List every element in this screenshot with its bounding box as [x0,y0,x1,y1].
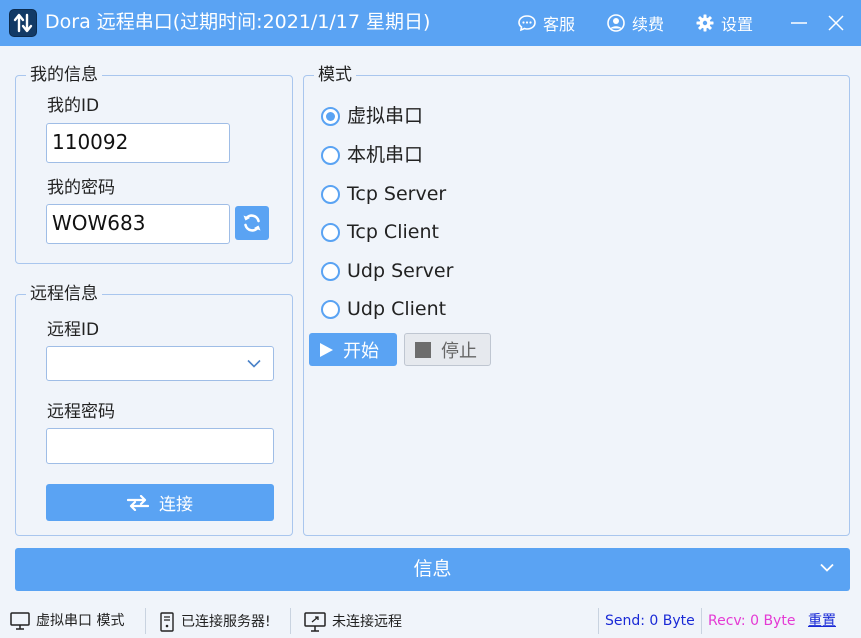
chevron-down-icon [247,359,261,368]
status-divider [145,608,146,634]
refresh-icon [243,214,261,232]
mode-option-label: Udp Client [347,298,447,320]
minimize-button[interactable] [787,11,811,35]
mode-option-label: Udp Server [347,260,454,282]
status-divider [290,608,291,634]
stop-button[interactable]: 停止 [404,333,491,366]
swap-arrows-icon [127,494,149,511]
play-icon [320,342,333,357]
app-logo-icon [9,9,37,37]
info-panel-toggle[interactable]: 信息 [15,548,850,591]
status-bar: 虚拟串口 模式 已连接服务器! 未连接远程 Send: 0 Byte Recv:… [0,604,861,638]
mode-radio-udp-server[interactable]: Udp Server [321,258,453,284]
connect-button[interactable]: 连接 [46,484,274,521]
radio-unchecked-icon [321,222,340,242]
remote-info-group-title: 远程信息 [26,283,102,305]
minimize-icon [791,22,807,24]
mode-radio-udp-client[interactable]: Udp Client [321,296,446,322]
status-divider [701,608,702,634]
my-password-label: 我的密码 [47,178,115,198]
status-remote: 未连接远程 [304,612,402,632]
status-mode: 虚拟串口 模式 [10,612,124,630]
radio-unchecked-icon [321,299,340,319]
connect-label: 连接 [159,495,193,515]
mode-radio-virtual-serial[interactable]: 虚拟串口 [321,103,423,129]
mode-radio-tcp-server[interactable]: Tcp Server [321,181,446,207]
mode-option-label: 虚拟串口 [347,105,424,127]
status-server-text: 已连接服务器! [181,614,271,630]
my-id-label: 我的ID [47,96,100,116]
status-mode-text: 虚拟串口 模式 [36,613,125,629]
my-info-group-title: 我的信息 [26,64,102,86]
stop-label: 停止 [441,340,477,362]
radio-unchecked-icon [321,145,340,165]
mode-radio-local-serial[interactable]: 本机串口 [321,142,423,168]
recv-counter: Recv: 0 Byte [708,613,796,629]
settings-label: 设置 [721,15,754,34]
start-button[interactable]: 开始 [309,333,397,366]
info-panel-label: 信息 [413,558,452,580]
close-button[interactable] [824,11,848,35]
start-label: 开始 [343,340,379,362]
remote-id-label: 远程ID [47,320,100,340]
mode-option-label: 本机串口 [347,144,424,166]
my-id-field[interactable]: 110092 [46,123,230,163]
reset-counter-link[interactable]: 重置 [808,612,836,630]
title-bar: Dora 远程串口(过期时间:2021/1/17 星期日) 客服 续费 设置 [0,0,861,46]
remote-id-combobox[interactable] [46,346,274,381]
customer-service-button[interactable]: 客服 [517,12,575,34]
renew-label: 续费 [632,15,665,34]
server-icon [160,612,174,632]
refresh-password-button[interactable] [235,206,269,240]
radio-unchecked-icon [321,261,340,281]
mode-option-label: Tcp Client [347,221,439,243]
status-server: 已连接服务器! [159,612,271,632]
chat-bubble-icon [518,15,536,32]
remote-password-field[interactable] [46,428,274,464]
gear-icon [696,14,714,32]
stop-icon [415,341,431,358]
chevron-down-icon [820,563,834,572]
mode-radio-tcp-client[interactable]: Tcp Client [321,219,439,245]
settings-button[interactable]: 设置 [695,12,753,34]
my-password-field[interactable]: WOW683 [46,204,230,244]
user-circle-icon [607,14,625,32]
radio-unchecked-icon [321,184,340,204]
window-title: Dora 远程串口(过期时间:2021/1/17 星期日) [45,11,431,33]
renew-button[interactable]: 续费 [606,12,664,34]
close-icon [828,15,844,31]
radio-checked-icon [321,106,340,126]
status-divider [598,608,599,634]
remote-desktop-icon [304,612,326,632]
monitor-icon [10,612,30,630]
send-counter: Send: 0 Byte [605,613,695,629]
customer-service-label: 客服 [543,15,576,34]
remote-password-label: 远程密码 [47,402,115,422]
mode-option-label: Tcp Server [347,183,447,205]
status-remote-text: 未连接远程 [332,614,402,630]
mode-group-title: 模式 [314,64,356,86]
